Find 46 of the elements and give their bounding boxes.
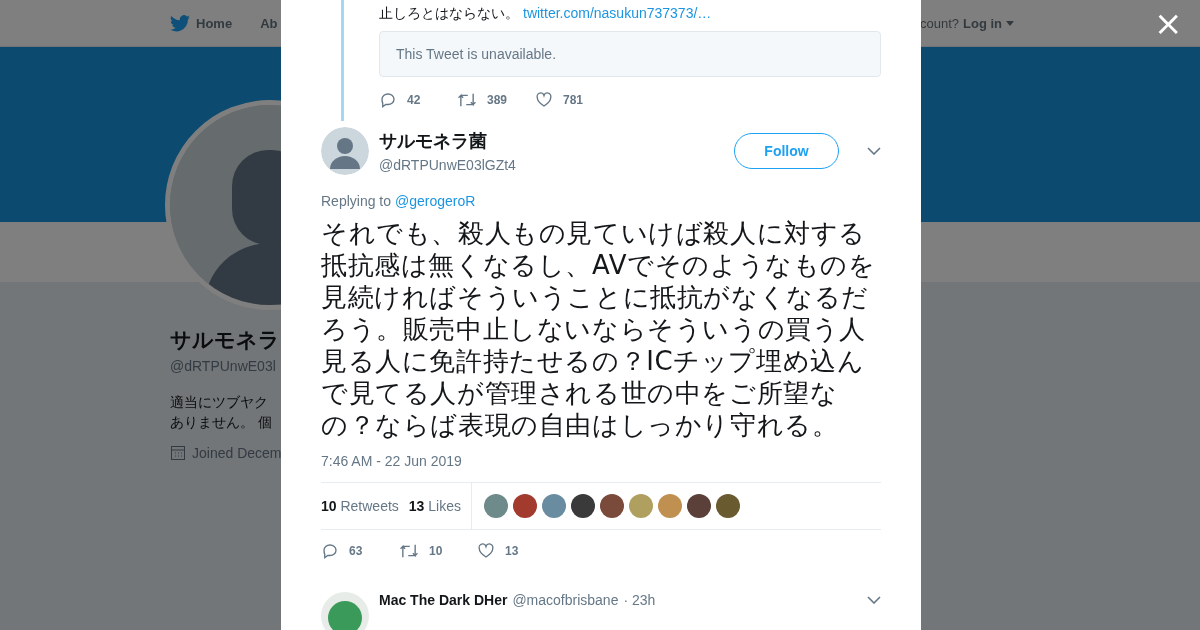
retweet-stat[interactable]: 10 Retweets [321, 498, 399, 514]
user-name[interactable]: サルモネラ菌 [379, 129, 724, 153]
unavailable-notice: This Tweet is unavailable. [379, 31, 881, 77]
profile-name: サルモネラ [170, 327, 280, 353]
retweet-icon[interactable] [457, 91, 477, 109]
link[interactable]: twitter.com/nasukun737373/… [523, 5, 712, 21]
nav-link[interactable]: Ab [260, 15, 278, 31]
reply-count: 42 [407, 93, 421, 107]
avatar-icon[interactable] [687, 494, 711, 518]
reply-icon[interactable] [379, 91, 397, 109]
reply-icon[interactable] [321, 542, 339, 560]
avatar-icon[interactable] [513, 494, 537, 518]
caret-icon[interactable] [1006, 20, 1014, 26]
follow-button[interactable]: Follow [734, 133, 839, 169]
avatar-icon[interactable] [600, 494, 624, 518]
chevron-down-icon[interactable] [867, 147, 881, 155]
like-count: 781 [563, 93, 584, 107]
calendar-icon [170, 445, 186, 461]
login-link[interactable]: Log in [963, 15, 1002, 31]
retweet-count: 10 [429, 544, 443, 558]
user-handle: @dRTPUnwE03lGZt4 [379, 157, 517, 173]
close-button[interactable]: × [1154, 9, 1183, 37]
replying-label: Replying to [321, 193, 392, 209]
account-prompt: count? [919, 15, 959, 31]
heart-icon[interactable] [535, 91, 553, 109]
user-handle: @macofbrisbane [512, 592, 619, 608]
tweet-timestamp[interactable]: 7:46 AM - 22 Jun 2019 [321, 453, 881, 469]
reply-count: 63 [349, 544, 363, 558]
chevron-down-icon[interactable] [867, 596, 881, 604]
like-count: 13 [505, 544, 519, 558]
avatar-icon[interactable] [571, 494, 595, 518]
mention-link[interactable]: @gerogeroR [395, 193, 476, 209]
bio-text: 適当にツブヤク [170, 393, 268, 412]
nav-link[interactable]: Home [196, 15, 233, 31]
bio-text: ありません。 個 [170, 413, 272, 432]
retweet-icon[interactable] [399, 542, 419, 560]
retweet-count: 389 [487, 93, 508, 107]
tweet-time[interactable]: · 23h [623, 592, 656, 608]
tweet-text: 止しろとはならない。 twitter.com/nasukun737373/… [379, 4, 713, 23]
heart-icon[interactable] [477, 542, 495, 560]
user-name[interactable]: Mac The Dark DHer [379, 592, 508, 608]
tweet-text: それでも、殺人もの見ていけば殺人に対する抵抗感は無くなるし、AVでそのようなものを見続ければそういうことに抵抗がなくなるだろう。販売中止しないならそういうの買う人見る人に免許持たせるの？ICチップ埋め込んで見てる人が管理される世の中をご所望なの？ならば表現の自由はしっかり守れる。 [321, 217, 877, 441]
avatar-icon[interactable] [716, 494, 740, 518]
profile-handle: @dRTPUnwE03l [170, 358, 276, 374]
like-stat[interactable]: 13 Likes [408, 498, 461, 514]
joined-date: Joined Decem [192, 445, 282, 461]
